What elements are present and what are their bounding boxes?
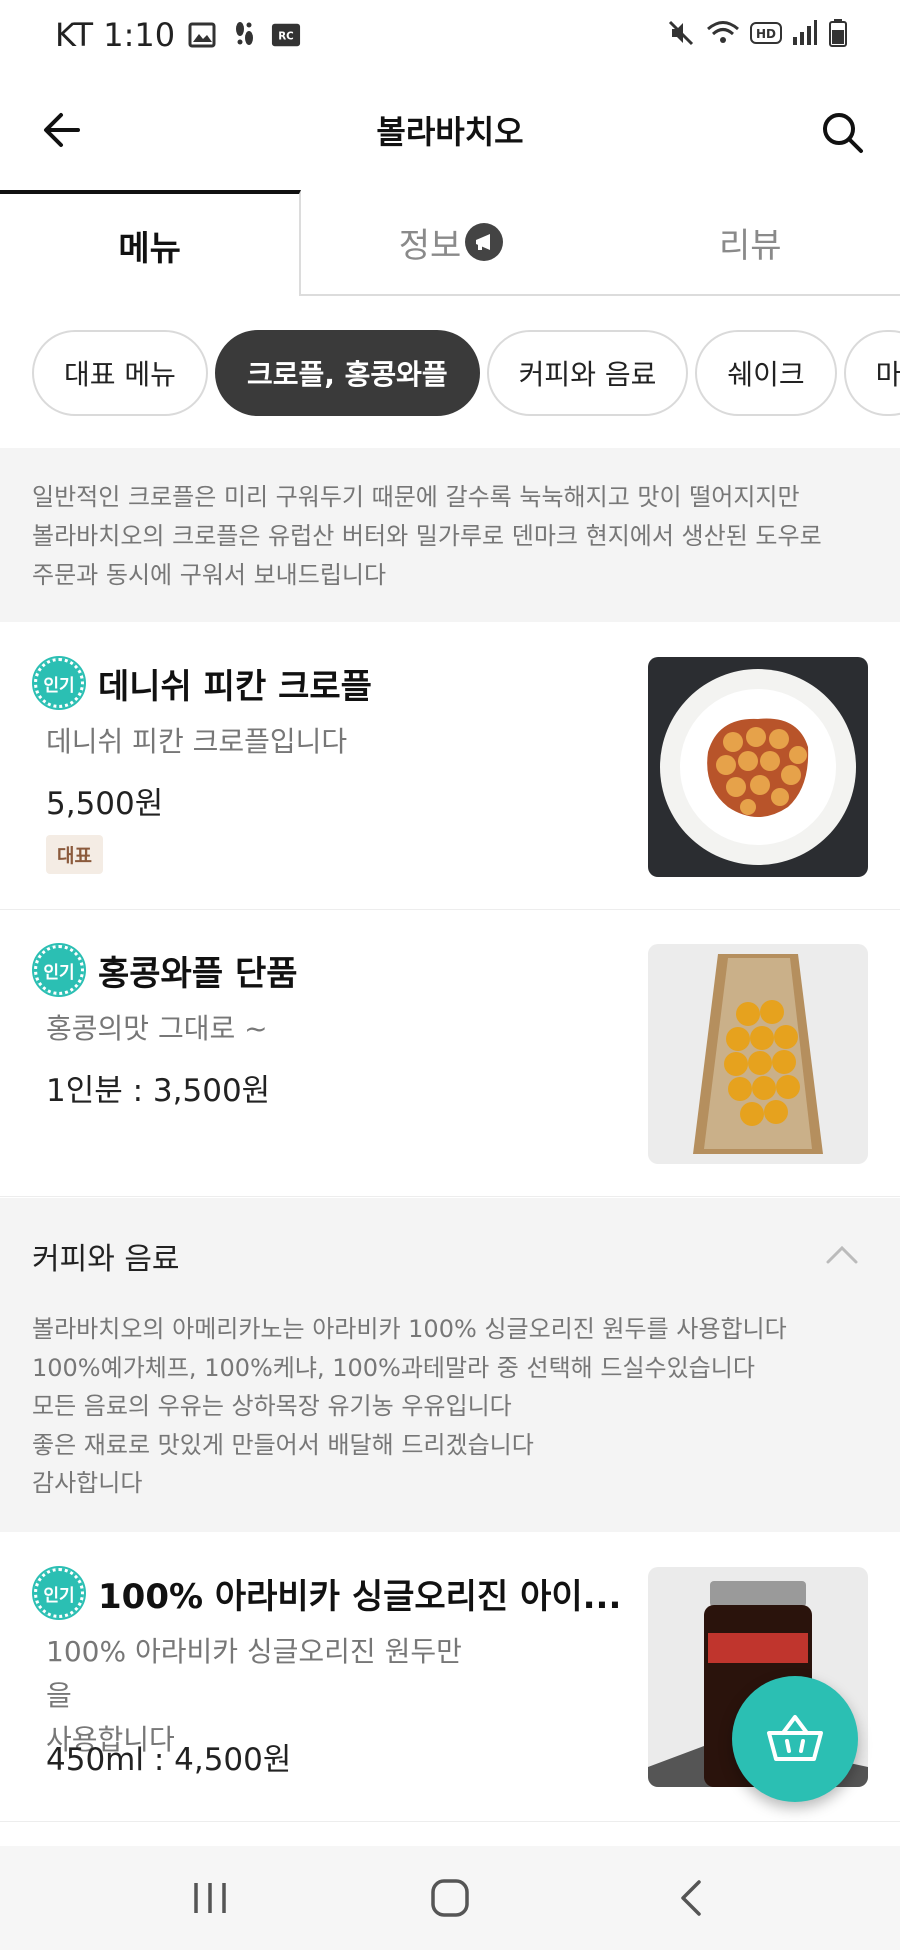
cart-button[interactable] xyxy=(732,1676,858,1802)
app-bar: 볼라바치오 xyxy=(0,80,900,180)
home-button[interactable] xyxy=(410,1858,490,1938)
system-back-button[interactable] xyxy=(650,1858,730,1938)
description-line: 볼라바치오의 아메리카노는 아라비카 100% 싱글오리진 원두를 사용합니다 xyxy=(32,1315,787,1343)
menu-item-name-row: 인기 홍콩와플 단품 xyxy=(32,943,298,997)
popular-badge: 인기 xyxy=(32,943,86,997)
chevron-up-icon[interactable] xyxy=(824,1242,860,1266)
egg-waffle-photo xyxy=(648,944,868,1164)
menu-item[interactable]: 인기 홍콩와플 단품 홍콩의맛 그대로 ~ 1인분 : 3,500원 xyxy=(0,911,900,1197)
search-button[interactable] xyxy=(812,102,872,162)
description-line: 볼라바치오의 크로플은 유럽산 버터와 밀가루로 덴마크 현지에서 생산된 도우… xyxy=(32,522,822,550)
hd-icon: HD xyxy=(750,21,782,49)
description-line: 100%예가체프, 100%케냐, 100%과테말라 중 선택해 드실수있습니다 xyxy=(32,1353,755,1382)
rc-icon: RC xyxy=(271,20,301,50)
recent-apps-button[interactable] xyxy=(170,1858,250,1938)
category-description: 일반적인 크로플은 미리 구워두기 때문에 갈수록 눅눅해지고 맛이 떨어지지만… xyxy=(0,448,900,622)
tab-menu[interactable]: 메뉴 xyxy=(0,190,302,296)
carrier-time: KT 1:10 xyxy=(55,16,176,54)
section-description: 볼라바치오의 아메리카노는 아라비카 100% 싱글오리진 원두를 사용합니다 … xyxy=(32,1310,787,1503)
menu-item-description: 데니쉬 피칸 크로플입니다 xyxy=(46,725,348,758)
description-line: 주문과 동시에 구워서 보내드립니다 xyxy=(32,561,387,589)
section-coffee-drinks: 커피와 음료 볼라바치오의 아메리카노는 아라비카 100% 싱글오리진 원두를… xyxy=(0,1198,900,1532)
menu-item[interactable]: 인기 데니쉬 피칸 크로플 데니쉬 피칸 크로플입니다 5,500원 대표 xyxy=(0,624,900,910)
status-left: KT 1:10 RC xyxy=(55,16,301,54)
wifi-icon xyxy=(706,18,740,52)
back-icon xyxy=(681,1880,701,1916)
system-nav-bar xyxy=(0,1846,900,1950)
mute-icon xyxy=(666,18,696,52)
tab-bar: 메뉴 정보 리뷰 xyxy=(0,190,900,296)
status-bar: KT 1:10 RC HD xyxy=(0,0,900,70)
tab-label: 리뷰 xyxy=(719,225,782,266)
hd-label: HD xyxy=(756,27,776,41)
chip-signature-menu[interactable]: 대표 메뉴 xyxy=(32,330,208,416)
signature-tag: 대표 xyxy=(46,835,103,874)
menu-item-name: 홍콩와플 단품 xyxy=(98,953,298,994)
chip-croffle-waffle[interactable]: 크로플, 홍콩와플 xyxy=(214,330,480,416)
description-line: 일반적인 크로플은 미리 구워두기 때문에 갈수록 눅눅해지고 맛이 떨어지지만 xyxy=(32,483,800,511)
tab-info[interactable]: 정보 xyxy=(301,190,600,294)
section-title: 커피와 음료 xyxy=(32,1242,180,1277)
status-right: HD xyxy=(666,18,848,52)
rc-label: RC xyxy=(278,31,294,43)
chip-more[interactable]: 마 xyxy=(843,330,900,416)
tab-label: 정보 xyxy=(398,225,462,266)
megaphone-icon xyxy=(465,223,504,261)
footprint-icon xyxy=(229,20,259,50)
home-icon xyxy=(431,1879,469,1917)
description-line: 100% 아라비카 싱글오리진 원두만을 xyxy=(46,1635,462,1712)
tab-label: 메뉴 xyxy=(118,228,181,269)
menu-item-name: 데니쉬 피칸 크로플 xyxy=(98,666,372,707)
menu-item-price: 5,500원 xyxy=(46,786,164,822)
tab-reviews[interactable]: 리뷰 xyxy=(601,190,900,294)
menu-item-name-row: 인기 데니쉬 피칸 크로플 xyxy=(32,656,372,710)
back-arrow-icon xyxy=(44,113,80,147)
croffle-photo xyxy=(648,657,868,877)
menu-item-description: 홍콩의맛 그대로 ~ xyxy=(46,1012,268,1045)
chip-coffee-drinks[interactable]: 커피와 음료 xyxy=(486,330,689,416)
description-line: 감사합니다 xyxy=(32,1469,143,1497)
signal-icon xyxy=(792,19,818,51)
category-chips: 대표 메뉴 크로플, 홍콩와플 커피와 음료 쉐이크 마 xyxy=(0,330,900,416)
basket-icon xyxy=(767,1715,823,1761)
menu-item-price: 450ml : 4,500원 xyxy=(46,1742,292,1778)
menu-item-name: 100% 아라비카 싱글오리진 아이... xyxy=(98,1576,622,1617)
description-line: 좋은 재료로 맛있게 만들어서 배달해 드리겠습니다 xyxy=(32,1430,534,1459)
popular-badge: 인기 xyxy=(32,1566,86,1620)
recent-apps-icon xyxy=(194,1883,226,1913)
back-button[interactable] xyxy=(34,102,90,158)
search-icon xyxy=(823,113,863,153)
menu-item-price: 1인분 : 3,500원 xyxy=(46,1073,271,1109)
popular-badge: 인기 xyxy=(32,656,86,710)
chip-shake[interactable]: 쉐이크 xyxy=(695,330,837,416)
menu-item-name-row: 인기 100% 아라비카 싱글오리진 아이... xyxy=(32,1566,622,1620)
gallery-icon xyxy=(187,20,217,50)
page-title: 볼라바치오 xyxy=(376,113,524,151)
battery-icon xyxy=(828,18,848,52)
description-line: 모든 음료의 우유는 상하목장 유기농 우유입니다 xyxy=(32,1392,512,1420)
